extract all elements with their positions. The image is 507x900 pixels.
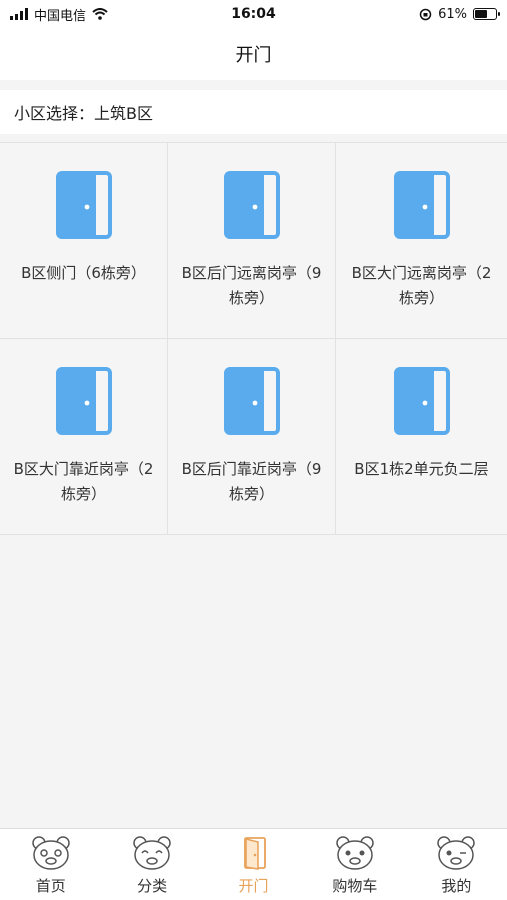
door-item[interactable]: B区大门靠近岗亭（2栋旁） (0, 339, 168, 535)
tab-label: 首页 (35, 877, 66, 895)
orientation-lock-icon (419, 8, 432, 20)
tab-open-door[interactable]: 开门 (203, 829, 304, 900)
tab-label: 购物车 (332, 877, 378, 895)
door-icon (393, 171, 450, 239)
door-label: B区1栋2单元负二层 (354, 460, 489, 478)
signal-icon (10, 8, 28, 20)
bear-face-icon (336, 836, 374, 870)
door-icon (55, 367, 112, 435)
door-grid: B区侧门（6栋旁） B区后门远离岗亭（9栋旁） B区大门远离岗亭（2栋旁） B区… (0, 142, 507, 535)
battery-icon (473, 8, 500, 20)
tab-bar: 首页 分类 开门 购物车 我的 (0, 828, 507, 900)
door-icon (223, 171, 280, 239)
door-label: B区后门远离岗亭（9栋旁） (181, 264, 322, 307)
door-item[interactable]: B区后门远离岗亭（9栋旁） (168, 143, 336, 339)
door-item[interactable]: B区后门靠近岗亭（9栋旁） (168, 339, 336, 535)
door-icon (55, 171, 112, 239)
tab-category[interactable]: 分类 (101, 829, 202, 900)
door-label: B区大门靠近岗亭（2栋旁） (13, 460, 154, 503)
community-selector[interactable]: 小区选择： 上筑B区 (0, 90, 507, 134)
community-value[interactable]: 上筑B区 (94, 100, 153, 124)
battery-fill (475, 10, 488, 18)
status-right: 61% (297, 6, 500, 22)
tab-label: 分类 (137, 877, 168, 895)
bear-face-icon (133, 836, 171, 870)
status-time: 16:04 (231, 6, 276, 22)
door-item[interactable]: B区大门远离岗亭（2栋旁） (336, 143, 507, 339)
tab-cart[interactable]: 购物车 (304, 829, 405, 900)
wifi-icon (92, 8, 108, 20)
status-left: 中国电信 (10, 5, 210, 24)
door-icon (393, 367, 450, 435)
status-bar: 中国电信 16:04 61% (0, 0, 507, 28)
page-title: 开门 (235, 45, 272, 66)
door-item[interactable]: B区1栋2单元负二层 (336, 339, 507, 535)
door-icon (243, 837, 266, 870)
door-label: B区后门靠近岗亭（9栋旁） (181, 460, 322, 503)
tab-home[interactable]: 首页 (0, 829, 101, 900)
bear-face-icon (437, 836, 476, 870)
bear-face-icon (31, 836, 70, 870)
nav-bar: 开门 (0, 28, 507, 80)
door-label: B区大门远离岗亭（2栋旁） (351, 264, 492, 307)
door-label: B区侧门（6栋旁） (21, 264, 146, 282)
tab-label: 我的 (441, 877, 472, 895)
tab-label: 开门 (238, 877, 269, 895)
community-label: 小区选择： (14, 104, 95, 123)
carrier-label: 中国电信 (34, 8, 87, 24)
tab-profile[interactable]: 我的 (406, 829, 507, 900)
door-item[interactable]: B区侧门（6栋旁） (0, 143, 168, 339)
door-icon (223, 367, 280, 435)
battery-percent: 61% (438, 6, 467, 22)
